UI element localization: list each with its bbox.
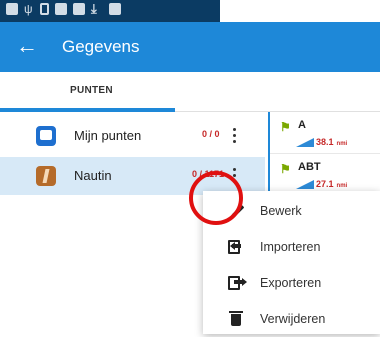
menu-item-label: Bewerk [260,204,302,218]
waypoint-name: A [298,119,306,131]
info-icon [36,166,56,186]
mail-icon [73,3,85,15]
waypoint-item[interactable]: ⚑ A 38.1 nmi [270,112,380,154]
status-icons: ψ ⤓ [6,1,121,16]
bearing-arrow-icon [296,180,314,189]
list-item-mijn-punten[interactable]: Mijn punten 0 / 0 [0,117,265,157]
mail-icon [109,3,121,15]
trash-icon [228,311,244,327]
menu-item-verwijderen[interactable]: Verwijderen [203,301,380,337]
waypoint-item[interactable]: ⚑ ABT 27.1 nmi [270,154,380,196]
mail-icon [55,3,67,15]
menu-item-label: Exporteren [260,276,322,290]
status-bar-blank [220,0,380,22]
tab-bar: PUNTEN [0,72,380,112]
more-vert-icon[interactable] [232,128,236,144]
list-item-name: Nautin [74,168,112,183]
tab-punten[interactable]: PUNTEN [70,85,113,96]
menu-item-label: Verwijderen [260,312,326,326]
flag-icon: ⚑ [280,162,291,176]
menu-item-label: Importeren [260,240,321,254]
image-icon [40,3,49,15]
download-icon: ⤓ [91,1,97,16]
export-icon [228,275,247,291]
flag-icon: ⚑ [280,120,291,134]
bearing-arrow-icon [296,138,314,147]
usb-icon: ψ [24,2,33,16]
camera-icon [36,126,56,146]
waypoint-distance: 27.1 nmi [316,179,348,189]
import-icon [228,239,244,255]
list-item-name: Mijn punten [74,128,142,143]
list-item-count: 0 / 0 [202,129,220,139]
menu-item-exporteren[interactable]: Exporteren [203,265,380,301]
page-title: Gegevens [62,37,140,56]
menu-item-importeren[interactable]: Importeren [203,229,380,265]
facebook-icon [6,3,18,15]
waypoint-name: ABT [298,161,321,173]
highlight-circle [189,171,243,225]
arrow-left-icon[interactable]: ← [16,34,38,58]
app-bar: ← Gegevens [0,22,380,72]
waypoint-distance: 38.1 nmi [316,137,348,147]
